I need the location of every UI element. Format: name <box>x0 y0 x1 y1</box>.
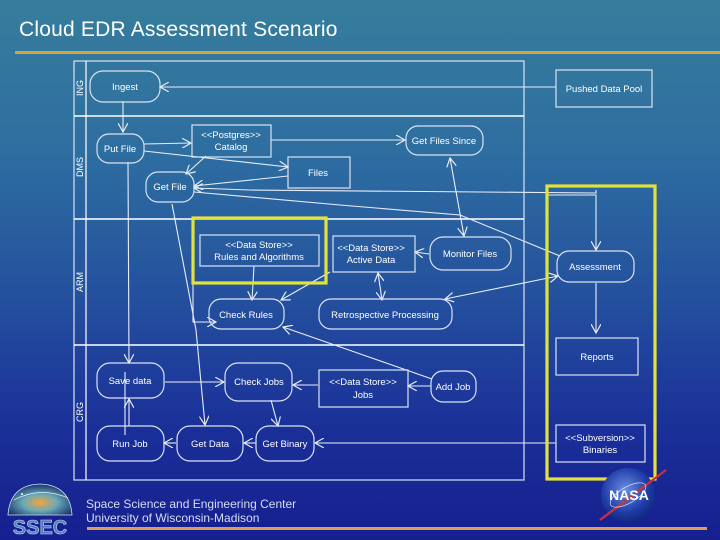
node-reports[interactable]: Reports <box>555 337 639 376</box>
node-label: Get Binary <box>263 439 308 450</box>
edge-putfile-to-files <box>143 150 288 167</box>
node-stereotype: <<Data Store>> <box>225 240 293 251</box>
footer-line-1: Space Science and Engineering Center <box>86 497 297 511</box>
node-check-rules[interactable]: Check Rules <box>208 298 285 330</box>
lane-label-crg: CRG <box>75 402 85 422</box>
node-ingest[interactable]: Ingest <box>89 70 161 103</box>
node-save-data[interactable]: Save data <box>96 362 165 399</box>
node-active-data[interactable]: <<Data Store>> Active Data <box>332 235 416 273</box>
lane-label-arm: ARM <box>75 272 85 292</box>
node-stereotype: <<Postgres>> <box>201 130 261 141</box>
node-label: Files <box>308 168 328 179</box>
node-files[interactable]: Files <box>287 156 351 189</box>
edge-getfilessince-monitorfiles <box>450 158 464 236</box>
edge-putfile-to-catalog <box>143 143 191 144</box>
node-add-job[interactable]: Add Job <box>430 370 477 403</box>
node-binaries[interactable]: <<Subversion>> Binaries <box>555 424 646 463</box>
edge-assessment-to-getfile <box>194 188 597 194</box>
node-label: Get Data <box>191 439 230 450</box>
node-label: Reports <box>580 352 614 363</box>
node-retrospective-processing[interactable]: Retrospective Processing <box>318 298 453 330</box>
node-put-file[interactable]: Put File <box>96 133 145 164</box>
node-label: Rules and Algorithms <box>214 252 304 263</box>
node-run-job[interactable]: Run Job <box>96 425 165 462</box>
node-get-file[interactable]: Get File <box>145 171 195 203</box>
node-label: Assessment <box>569 262 621 273</box>
node-label: Get File <box>153 182 186 193</box>
node-label: Ingest <box>112 82 138 93</box>
node-label: Check Rules <box>219 310 273 321</box>
node-label: Jobs <box>353 390 373 401</box>
edge-checkjobs-to-getbinary <box>270 399 278 426</box>
footer-line-2: University of Wisconsin-Madison <box>86 511 260 525</box>
node-pushed-data-pool[interactable]: Pushed Data Pool <box>555 69 653 108</box>
lane-label-ing: ING <box>75 80 85 96</box>
node-monitor-files[interactable]: Monitor Files <box>429 236 512 271</box>
node-get-data[interactable]: Get Data <box>176 425 244 462</box>
node-label: Get Files Since <box>412 136 476 147</box>
edge-activedata-retrospective <box>378 273 382 300</box>
node-jobs[interactable]: <<Data Store>> Jobs <box>318 369 409 408</box>
node-check-jobs[interactable]: Check Jobs <box>224 362 293 402</box>
edge-files-to-getfile <box>194 175 289 186</box>
node-label: Add Job <box>436 382 471 393</box>
node-label: Retrospective Processing <box>331 310 439 321</box>
ssec-logo: SSEC <box>7 483 73 539</box>
edge-putfile-to-savedata <box>128 161 129 363</box>
edge-monitor-to-activedata <box>415 252 430 254</box>
footer-institution: Space Science and Engineering Center Uni… <box>86 497 296 525</box>
node-get-binary[interactable]: Get Binary <box>255 425 315 462</box>
edge-addjob-to-checkrules <box>283 327 433 380</box>
node-postgres-catalog[interactable]: <<Postgres>> Catalog <box>191 124 272 158</box>
lane-label-dms: DMS <box>75 157 85 177</box>
node-label: Check Jobs <box>234 377 284 388</box>
node-label: Monitor Files <box>443 249 498 260</box>
edge-assessment-retrospective <box>445 276 558 299</box>
node-stereotype: <<Subversion>> <box>565 433 635 444</box>
node-label: Active Data <box>347 255 396 266</box>
edge-to-assessment <box>548 194 596 250</box>
edge-activedata-to-checkrules <box>281 271 331 300</box>
node-rules-and-algorithms[interactable]: <<Data Store>> Rules and Algorithms <box>199 234 320 267</box>
node-label: Save data <box>109 376 152 387</box>
edge-catalog-to-getfile <box>186 155 207 174</box>
node-assessment[interactable]: Assessment <box>556 250 635 283</box>
activity-diagram: ING DMS ARM CRG Ingest Pushed Data Pool … <box>7 60 667 539</box>
node-stereotype: <<Data Store>> <box>329 377 397 388</box>
node-get-files-since[interactable]: Get Files Since <box>405 125 484 156</box>
node-label: Pushed Data Pool <box>566 84 643 95</box>
node-label: Put File <box>104 144 136 155</box>
node-stereotype: <<Data Store>> <box>337 243 405 254</box>
footer-underline <box>87 527 707 530</box>
node-label: Catalog <box>215 142 248 153</box>
node-label: Binaries <box>583 445 618 456</box>
nasa-logo-text: NASA <box>609 487 649 503</box>
node-label: Run Job <box>112 439 147 450</box>
ssec-logo-text: SSEC <box>13 517 67 539</box>
